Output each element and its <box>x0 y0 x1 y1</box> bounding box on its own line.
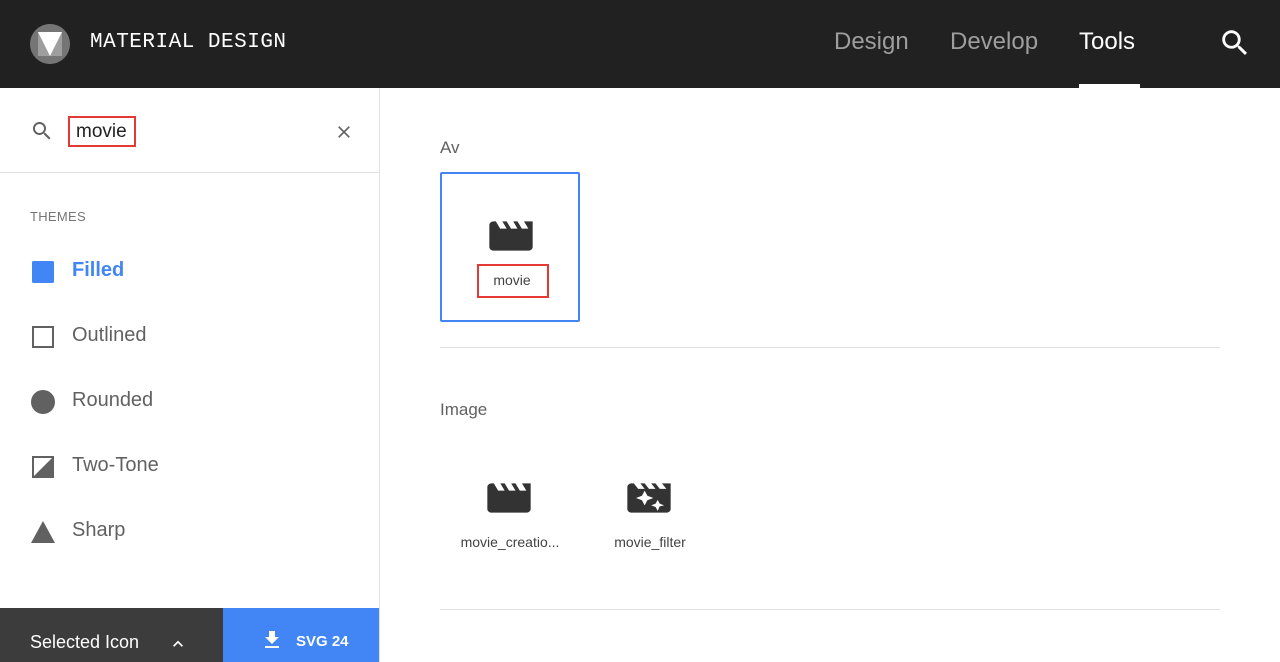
theme-sharp[interactable]: Sharp <box>30 516 350 546</box>
theme-outlined[interactable]: Outlined <box>30 321 350 351</box>
icon-results: Av movie Image movie_creatio... movie_fi… <box>380 88 1280 662</box>
nav-tools[interactable]: Tools <box>1079 28 1135 56</box>
download-label: SVG 24 <box>296 633 349 650</box>
download-svg-button[interactable]: SVG 24 <box>223 608 379 662</box>
search-icon <box>30 119 54 148</box>
icon-name: movie_creatio... <box>460 534 560 550</box>
section-divider <box>440 347 1220 348</box>
selected-icon-bar: Selected Icon SVG 24 <box>0 608 379 662</box>
material-logo-icon[interactable] <box>30 24 70 64</box>
theme-label: Outlined <box>72 324 147 346</box>
section-divider <box>440 609 1220 610</box>
icon-tile-movie-creation[interactable]: movie_creatio... <box>440 436 580 586</box>
theme-label: Rounded <box>72 389 154 411</box>
brand-title[interactable]: MATERIAL DESIGN <box>90 31 287 54</box>
icon-search-bar <box>0 88 379 173</box>
circle-icon <box>30 389 56 420</box>
triangle-icon <box>30 519 56 550</box>
icon-name: movie_filter <box>614 534 686 550</box>
theme-two-tone[interactable]: Two-Tone <box>30 451 350 481</box>
movie-icon <box>485 214 537 263</box>
two-tone-square-icon <box>30 454 56 485</box>
nav-develop[interactable]: Develop <box>950 28 1038 56</box>
icon-tile-movie-filter[interactable]: movie_filter <box>580 436 720 586</box>
sidebar: THEMES Filled Outlined Rounded Two-Tone <box>0 88 380 662</box>
icon-tile-movie[interactable]: movie <box>440 172 580 322</box>
filled-square-icon <box>30 259 56 290</box>
theme-filled[interactable]: Filled <box>30 256 350 286</box>
selected-icon-toggle[interactable]: Selected Icon <box>0 608 223 662</box>
movie-creation-icon <box>483 476 535 525</box>
section-title-image: Image <box>440 400 488 419</box>
search-input[interactable] <box>68 116 136 147</box>
theme-label: Sharp <box>72 519 126 541</box>
annotation-highlight <box>477 264 549 298</box>
close-icon[interactable] <box>334 122 354 142</box>
chevron-up-icon <box>168 634 188 659</box>
download-icon <box>260 628 284 657</box>
theme-rounded[interactable]: Rounded <box>30 386 350 416</box>
section-title-av: Av <box>440 138 460 157</box>
outlined-square-icon <box>30 324 56 355</box>
nav-design[interactable]: Design <box>834 28 909 56</box>
theme-label: Two-Tone <box>72 454 159 476</box>
themes-heading: THEMES <box>30 209 86 224</box>
theme-label: Filled <box>72 259 125 281</box>
selected-icon-label: Selected Icon <box>30 632 140 652</box>
search-icon[interactable] <box>1218 26 1252 60</box>
top-app-bar: MATERIAL DESIGN Design Develop Tools <box>0 0 1280 88</box>
movie-filter-icon <box>623 476 675 525</box>
